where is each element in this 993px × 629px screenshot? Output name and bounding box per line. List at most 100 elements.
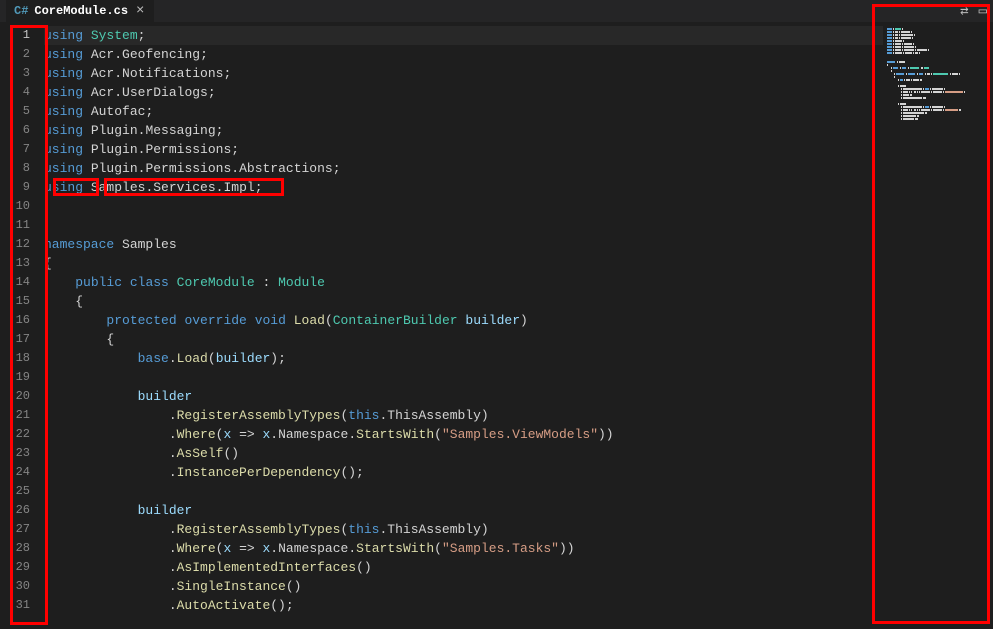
- code-line[interactable]: using Samples.Services.Impl;: [44, 178, 883, 197]
- line-number: 6: [0, 121, 30, 140]
- tab-label: CoreModule.cs: [34, 4, 128, 18]
- line-number: 29: [0, 558, 30, 577]
- code-line[interactable]: [44, 368, 883, 387]
- tab-active[interactable]: C# CoreModule.cs ×: [6, 0, 154, 22]
- minimap-line: [887, 76, 989, 78]
- code-line[interactable]: namespace Samples: [44, 235, 883, 254]
- code-line[interactable]: .AutoActivate();: [44, 596, 883, 615]
- code-line[interactable]: public class CoreModule : Module: [44, 273, 883, 292]
- line-number: 28: [0, 539, 30, 558]
- line-number-gutter[interactable]: 1234567891011121314151617181920212223242…: [0, 22, 44, 629]
- minimap-line: [887, 46, 989, 48]
- minimap-line: [887, 115, 989, 117]
- minimap-line: [887, 100, 989, 102]
- minimap-line: [887, 88, 989, 90]
- code-line[interactable]: .SingleInstance(): [44, 577, 883, 596]
- line-number: 26: [0, 501, 30, 520]
- line-number: 14: [0, 273, 30, 292]
- code-line[interactable]: {: [44, 292, 883, 311]
- code-line[interactable]: using Plugin.Messaging;: [44, 121, 883, 140]
- line-number: 25: [0, 482, 30, 501]
- line-number: 2: [0, 45, 30, 64]
- minimap-line: [887, 109, 989, 111]
- minimap-line: [887, 43, 989, 45]
- code-line[interactable]: base.Load(builder);: [44, 349, 883, 368]
- minimap-line: [887, 28, 989, 30]
- line-number: 9: [0, 178, 30, 197]
- code-line[interactable]: builder: [44, 501, 883, 520]
- minimap-line: [887, 79, 989, 81]
- line-number: 27: [0, 520, 30, 539]
- line-number: 31: [0, 596, 30, 615]
- code-line[interactable]: .RegisterAssemblyTypes(this.ThisAssembly…: [44, 406, 883, 425]
- minimap-line: [887, 34, 989, 36]
- tab-bar: C# CoreModule.cs × ⇄ ▭: [0, 0, 993, 22]
- line-number: 23: [0, 444, 30, 463]
- minimap-line: [887, 73, 989, 75]
- line-number: 30: [0, 577, 30, 596]
- line-number: 8: [0, 159, 30, 178]
- split-editor-icon[interactable]: ▭: [979, 3, 987, 20]
- code-line[interactable]: .AsImplementedInterfaces(): [44, 558, 883, 577]
- minimap-line: [887, 85, 989, 87]
- code-line[interactable]: using Plugin.Permissions.Abstractions;: [44, 159, 883, 178]
- line-number: 18: [0, 349, 30, 368]
- line-number: 11: [0, 216, 30, 235]
- line-number: 3: [0, 64, 30, 83]
- code-editor[interactable]: using System;using Acr.Geofencing;using …: [44, 22, 883, 629]
- line-number: 17: [0, 330, 30, 349]
- minimap-line: [887, 94, 989, 96]
- code-line[interactable]: .Where(x => x.Namespace.StartsWith("Samp…: [44, 425, 883, 444]
- compare-icon[interactable]: ⇄: [960, 3, 968, 20]
- code-line[interactable]: using Autofac;: [44, 102, 883, 121]
- code-line[interactable]: .RegisterAssemblyTypes(this.ThisAssembly…: [44, 520, 883, 539]
- code-line[interactable]: using Plugin.Permissions;: [44, 140, 883, 159]
- csharp-icon: C#: [14, 4, 28, 18]
- minimap-line: [887, 112, 989, 114]
- line-number: 19: [0, 368, 30, 387]
- minimap-line: [887, 49, 989, 51]
- minimap-line: [887, 91, 989, 93]
- minimap-line: [887, 58, 989, 60]
- editor-actions: ⇄ ▭: [960, 3, 987, 20]
- minimap-line: [887, 55, 989, 57]
- editor-area: 1234567891011121314151617181920212223242…: [0, 22, 993, 629]
- code-line[interactable]: builder: [44, 387, 883, 406]
- code-line[interactable]: {: [44, 330, 883, 349]
- minimap-line: [887, 70, 989, 72]
- line-number: 4: [0, 83, 30, 102]
- code-line[interactable]: .Where(x => x.Namespace.StartsWith("Samp…: [44, 539, 883, 558]
- minimap[interactable]: [883, 22, 993, 629]
- code-line[interactable]: using Acr.Notifications;: [44, 64, 883, 83]
- minimap-line: [887, 118, 989, 120]
- close-icon[interactable]: ×: [134, 3, 146, 19]
- line-number: 22: [0, 425, 30, 444]
- minimap-line: [887, 67, 989, 69]
- code-line[interactable]: using System;: [44, 26, 883, 45]
- line-number: 16: [0, 311, 30, 330]
- line-number: 15: [0, 292, 30, 311]
- minimap-line: [887, 31, 989, 33]
- minimap-line: [887, 61, 989, 63]
- minimap-line: [887, 106, 989, 108]
- minimap-line: [887, 40, 989, 42]
- line-number: 5: [0, 102, 30, 121]
- line-number: 13: [0, 254, 30, 273]
- code-line[interactable]: using Acr.UserDialogs;: [44, 83, 883, 102]
- line-number: 12: [0, 235, 30, 254]
- minimap-line: [887, 97, 989, 99]
- line-number: 21: [0, 406, 30, 425]
- code-line[interactable]: protected override void Load(ContainerBu…: [44, 311, 883, 330]
- code-line[interactable]: {: [44, 254, 883, 273]
- code-line[interactable]: .InstancePerDependency();: [44, 463, 883, 482]
- code-line[interactable]: .AsSelf(): [44, 444, 883, 463]
- line-number: 10: [0, 197, 30, 216]
- minimap-line: [887, 64, 989, 66]
- code-line[interactable]: using Acr.Geofencing;: [44, 45, 883, 64]
- minimap-line: [887, 82, 989, 84]
- line-number: 1: [0, 26, 30, 45]
- minimap-line: [887, 103, 989, 105]
- code-line[interactable]: [44, 197, 883, 216]
- code-line[interactable]: [44, 482, 883, 501]
- code-line[interactable]: [44, 216, 883, 235]
